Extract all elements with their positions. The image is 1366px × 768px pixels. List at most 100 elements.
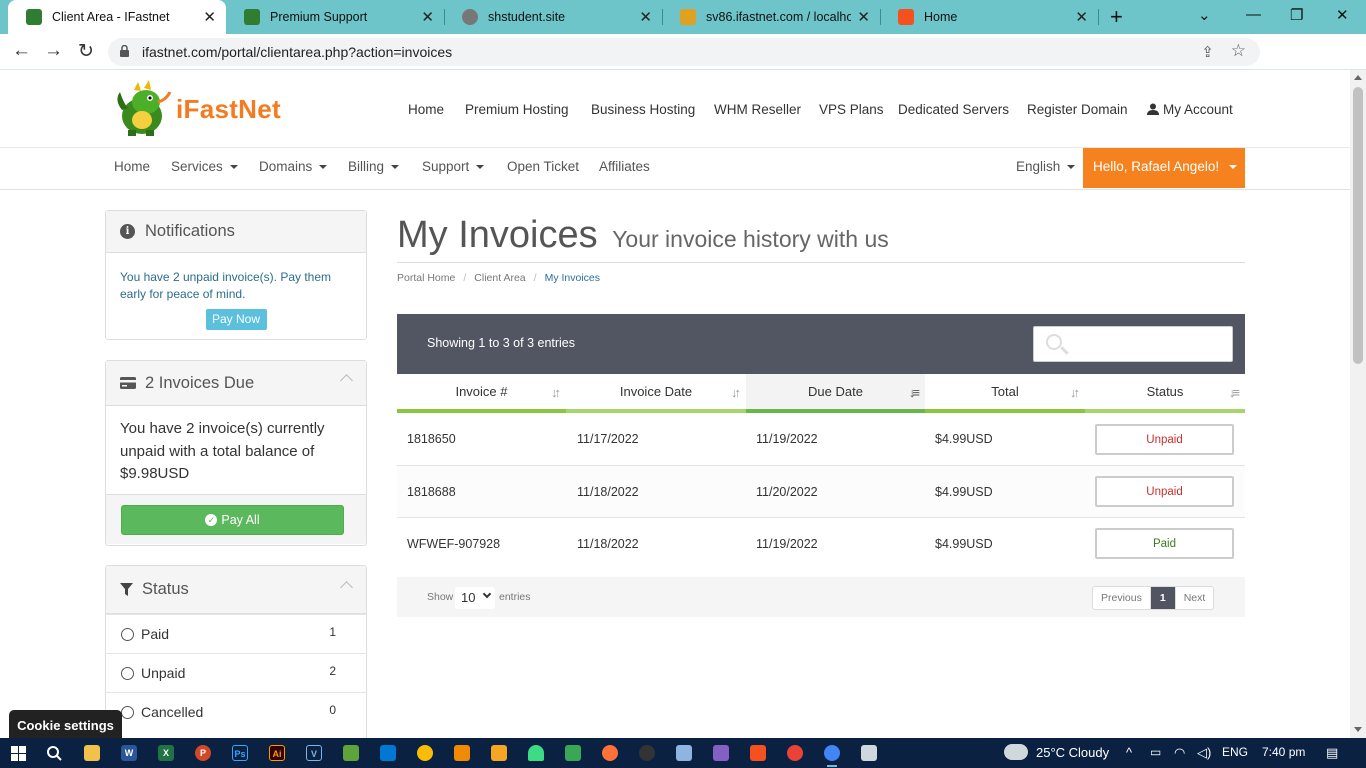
close-tab-icon[interactable]: ✕ bbox=[639, 8, 652, 26]
new-tab-button[interactable]: + bbox=[1110, 4, 1123, 30]
chrome-icon[interactable] bbox=[787, 745, 803, 761]
pay-all-button[interactable]: ✓ Pay All bbox=[121, 505, 344, 535]
visual-studio-icon[interactable] bbox=[713, 745, 729, 761]
chrome-icon[interactable] bbox=[417, 745, 433, 761]
back-arrow-icon[interactable]: ← bbox=[12, 40, 31, 62]
weather-text[interactable]: 25°C Cloudy bbox=[1036, 745, 1109, 760]
search-icon[interactable] bbox=[46, 745, 62, 761]
excel-icon[interactable]: X bbox=[158, 745, 174, 761]
breadcrumb-portal-home[interactable]: Portal Home bbox=[397, 272, 455, 284]
share-icon[interactable]: ⇪ bbox=[1201, 43, 1214, 61]
topnav-business-hosting[interactable]: Business Hosting bbox=[591, 102, 695, 117]
bookmark-star-icon[interactable]: ☆ bbox=[1231, 41, 1246, 61]
visio-icon[interactable]: V bbox=[306, 745, 322, 761]
status-header[interactable]: Status bbox=[106, 566, 366, 614]
language-indicator[interactable]: ENG bbox=[1222, 745, 1248, 759]
scroll-up-arrow-icon[interactable] bbox=[1354, 75, 1362, 80]
breadcrumb-client-area[interactable]: Client Area bbox=[474, 272, 525, 284]
table-row[interactable]: WFWEF-907928 11/18/2022 11/19/2022 $4.99… bbox=[397, 518, 1245, 570]
tab-home[interactable]: Home ✕ bbox=[880, 0, 1098, 34]
sublime-text-icon[interactable] bbox=[491, 745, 507, 761]
topnav-my-account[interactable]: My Account bbox=[1147, 102, 1233, 117]
table-row[interactable]: 1818650 11/17/2022 11/19/2022 $4.99USD U… bbox=[397, 413, 1245, 466]
app-icon[interactable] bbox=[565, 745, 581, 761]
scrollbar-thumb[interactable] bbox=[1353, 87, 1363, 364]
app-icon[interactable] bbox=[343, 745, 359, 761]
forward-arrow-icon[interactable]: → bbox=[44, 40, 63, 62]
page-length-select[interactable]: 10 bbox=[455, 587, 495, 609]
file-explorer-icon[interactable] bbox=[84, 745, 100, 761]
topnav-register-domain[interactable]: Register Domain bbox=[1027, 102, 1128, 117]
nav-open-ticket[interactable]: Open Ticket bbox=[507, 159, 579, 174]
close-tab-icon[interactable]: ✕ bbox=[421, 8, 434, 26]
nav-domains[interactable]: Domains bbox=[259, 159, 328, 174]
column-due-date[interactable]: Due Date ↓≡ bbox=[746, 374, 925, 413]
scroll-down-arrow-icon[interactable] bbox=[1354, 727, 1362, 732]
tab-search-icon[interactable]: ⌄ bbox=[1198, 6, 1211, 24]
chevron-up-icon[interactable]: ^ bbox=[1126, 745, 1132, 760]
word-icon[interactable]: W bbox=[121, 745, 137, 761]
table-search-input[interactable] bbox=[1033, 326, 1233, 362]
previous-page-button[interactable]: Previous bbox=[1093, 587, 1151, 609]
close-tab-icon[interactable]: ✕ bbox=[857, 8, 870, 26]
minimize-icon[interactable]: — bbox=[1246, 6, 1261, 23]
close-tab-icon[interactable]: ✕ bbox=[203, 8, 216, 26]
restore-icon[interactable]: ❐ bbox=[1290, 6, 1303, 24]
tab-client-area[interactable]: Client Area - IFastnet ✕ bbox=[8, 0, 226, 34]
topnav-home[interactable]: Home bbox=[408, 102, 444, 117]
powerpoint-icon[interactable]: P bbox=[195, 745, 211, 761]
page-1-button[interactable]: 1 bbox=[1150, 587, 1175, 609]
clock[interactable]: 7:40 pm bbox=[1262, 745, 1305, 759]
topnav-whm-reseller[interactable]: WHM Reseller bbox=[714, 102, 801, 117]
nav-affiliates[interactable]: Affiliates bbox=[599, 159, 650, 174]
vlc-icon[interactable] bbox=[454, 745, 470, 761]
chevron-up-icon[interactable] bbox=[340, 581, 353, 594]
page-scrollbar[interactable] bbox=[1350, 70, 1366, 738]
illustrator-icon[interactable]: Ai bbox=[269, 745, 285, 761]
topnav-dedicated-servers[interactable]: Dedicated Servers bbox=[898, 102, 1009, 117]
windows-start-icon[interactable] bbox=[11, 746, 26, 761]
status-filter-cancelled[interactable]: Cancelled 0 bbox=[106, 692, 366, 731]
column-total[interactable]: Total ↓↑ bbox=[925, 374, 1085, 413]
table-row[interactable]: 1818688 11/18/2022 11/20/2022 $4.99USD U… bbox=[397, 466, 1245, 518]
status-filter-unpaid[interactable]: Unpaid 2 bbox=[106, 653, 366, 692]
next-page-button[interactable]: Next bbox=[1174, 587, 1214, 609]
cube-app-icon[interactable] bbox=[676, 745, 692, 761]
obs-icon[interactable] bbox=[639, 745, 655, 761]
wifi-icon[interactable]: ◠ bbox=[1174, 745, 1185, 761]
column-invoice-number[interactable]: Invoice # ↓↑ bbox=[397, 374, 566, 413]
language-selector[interactable]: English bbox=[1016, 159, 1076, 174]
volume-icon[interactable]: ◁) bbox=[1197, 745, 1211, 761]
account-dropdown[interactable]: Hello, Rafael Angelo! bbox=[1083, 148, 1245, 188]
column-invoice-date[interactable]: Invoice Date ↓↑ bbox=[566, 374, 746, 413]
invoices-due-header[interactable]: 2 Invoices Due bbox=[106, 361, 366, 406]
android-studio-icon[interactable] bbox=[528, 745, 544, 761]
address-bar[interactable]: ifastnet.com/portal/clientarea.php?actio… bbox=[108, 38, 1260, 66]
nav-billing[interactable]: Billing bbox=[348, 159, 400, 174]
cookie-settings-button[interactable]: Cookie settings bbox=[9, 710, 122, 740]
column-status[interactable]: Status ↓≡ bbox=[1085, 374, 1245, 413]
nav-services[interactable]: Services bbox=[171, 159, 238, 174]
tab-phpmyadmin[interactable]: sv86.ifastnet.com / localhost ✕ bbox=[662, 0, 880, 34]
chrome-profile-icon[interactable] bbox=[824, 745, 840, 761]
topnav-vps-plans[interactable]: VPS Plans bbox=[819, 102, 884, 117]
pay-now-button[interactable]: Pay Now bbox=[205, 309, 267, 330]
photoshop-icon[interactable]: Ps bbox=[232, 745, 248, 761]
xampp-icon[interactable] bbox=[750, 745, 766, 761]
site-logo[interactable]: iFastNet bbox=[114, 80, 281, 138]
tab-shstudent[interactable]: shstudent.site ✕ bbox=[444, 0, 662, 34]
nav-support[interactable]: Support bbox=[422, 159, 485, 174]
close-tab-icon[interactable]: ✕ bbox=[1075, 8, 1088, 26]
firefox-icon[interactable] bbox=[602, 745, 618, 761]
close-window-icon[interactable]: ✕ bbox=[1336, 6, 1349, 24]
nav-home[interactable]: Home bbox=[114, 159, 150, 174]
reload-icon[interactable]: ↻ bbox=[78, 40, 94, 63]
notifications-icon[interactable]: ▤ bbox=[1326, 745, 1338, 761]
vscode-icon[interactable] bbox=[380, 745, 396, 761]
topnav-premium-hosting[interactable]: Premium Hosting bbox=[465, 102, 569, 117]
chevron-up-icon[interactable] bbox=[340, 374, 353, 387]
tab-premium-support[interactable]: Premium Support ✕ bbox=[226, 0, 444, 34]
notepad-icon[interactable] bbox=[861, 745, 877, 761]
status-filter-paid[interactable]: Paid 1 bbox=[106, 614, 366, 653]
battery-icon[interactable]: ▭ bbox=[1150, 745, 1161, 759]
